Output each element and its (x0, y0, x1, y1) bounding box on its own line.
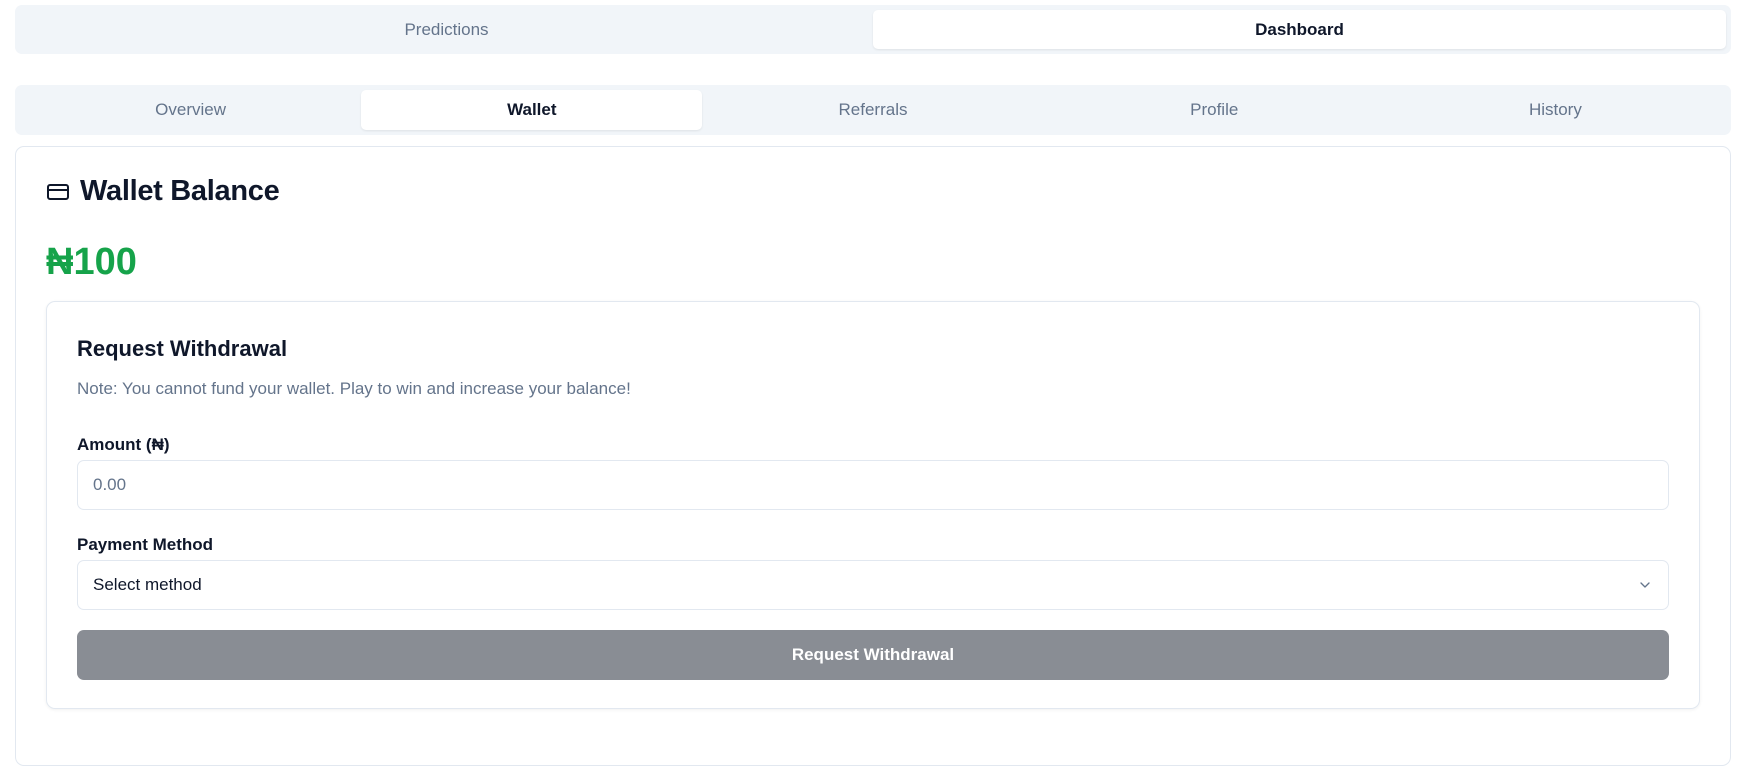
wallet-title: Wallet Balance (80, 175, 280, 207)
payment-method-label: Payment Method (77, 535, 214, 554)
wallet-card: Wallet Balance ₦100 Request Withdrawal N… (15, 146, 1731, 766)
withdrawal-note: Note: You cannot fund your wallet. Play … (77, 379, 631, 398)
tab-dashboard[interactable]: Dashboard (873, 10, 1726, 49)
tab-overview[interactable]: Overview (20, 90, 361, 130)
tab-predictions[interactable]: Predictions (20, 10, 873, 49)
main-tab-list: Predictions Dashboard (15, 5, 1731, 54)
withdrawal-form-card: Request Withdrawal Note: You cannot fund… (46, 301, 1700, 709)
tab-profile[interactable]: Profile (1044, 90, 1385, 130)
dashboard-tab-list: Overview Wallet Referrals Profile Histor… (15, 85, 1731, 135)
amount-label: Amount (₦) (77, 435, 170, 454)
request-withdrawal-button[interactable]: Request Withdrawal (77, 630, 1669, 680)
amount-input[interactable] (77, 460, 1669, 510)
tab-referrals[interactable]: Referrals (702, 90, 1043, 130)
tab-history[interactable]: History (1385, 90, 1726, 130)
payment-method-select[interactable]: Select method (77, 560, 1669, 610)
wallet-header: Wallet Balance (46, 175, 280, 208)
chevron-down-icon (1640, 582, 1650, 588)
tab-wallet[interactable]: Wallet (361, 90, 703, 130)
credit-card-icon (47, 183, 69, 200)
payment-method-value: Select method (93, 575, 202, 594)
wallet-balance: ₦100 (46, 241, 137, 283)
withdrawal-title: Request Withdrawal (77, 336, 288, 361)
